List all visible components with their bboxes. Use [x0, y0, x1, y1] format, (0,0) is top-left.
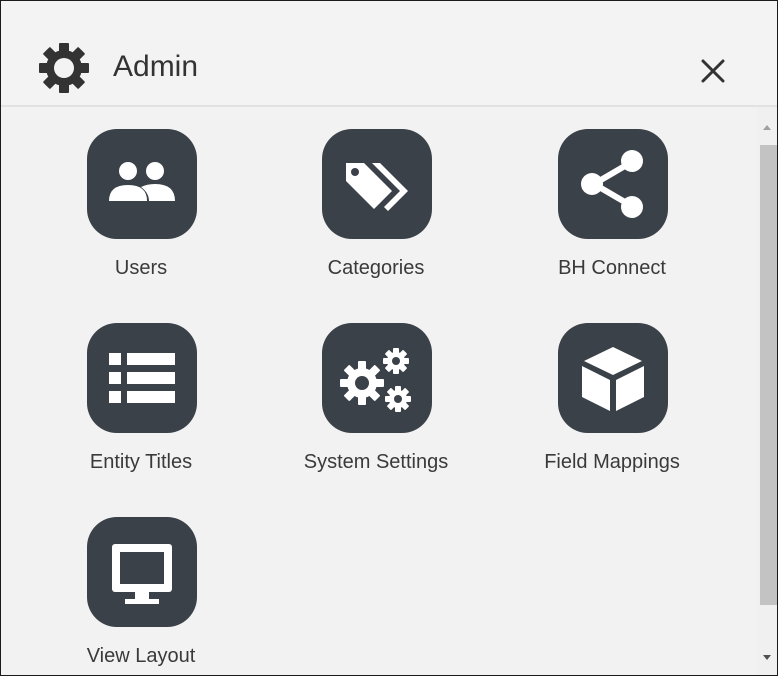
tile-view-layout-icon-box — [87, 517, 197, 627]
gear-icon — [39, 43, 89, 93]
close-icon[interactable] — [693, 51, 733, 91]
tile-field-mappings-icon-box — [558, 323, 668, 433]
panel-header: Admin — [1, 1, 777, 107]
tile-entity-titles-icon-box — [87, 323, 197, 433]
tile-categories[interactable]: Categories — [266, 129, 486, 309]
tile-bh-connect-label: BH Connect — [558, 257, 666, 279]
tile-categories-icon-box — [322, 129, 432, 239]
tile-system-settings[interactable]: System Settings — [266, 323, 486, 503]
tile-field-mappings[interactable]: Field Mappings — [502, 323, 722, 503]
tile-view-layout-label: View Layout — [86, 645, 196, 667]
share-icon — [581, 150, 643, 218]
list-icon — [109, 353, 175, 403]
panel-title: Admin — [113, 50, 199, 83]
tile-users-icon-box — [87, 129, 197, 239]
scrollbar-thumb[interactable] — [760, 145, 777, 605]
users-icon — [109, 162, 175, 201]
admin-tiles-grid: Users Categories BH Connect Entity Title… — [1, 107, 753, 675]
monitor-icon — [112, 544, 172, 604]
tile-view-layout[interactable]: View Layout — [31, 517, 251, 675]
scroll-down-arrow-icon[interactable] — [757, 647, 777, 667]
tile-field-mappings-label: Field Mappings — [544, 451, 680, 473]
vertical-scrollbar[interactable] — [757, 107, 777, 675]
tile-users-label: Users — [114, 257, 168, 279]
tile-entity-titles-label: Entity Titles — [89, 451, 193, 473]
tags-icon — [346, 163, 408, 211]
admin-panel: Admin Users Categories BH Connect Entity… — [0, 0, 778, 676]
tile-bh-connect-icon-box — [558, 129, 668, 239]
gears-icon — [340, 348, 411, 412]
cube-icon — [582, 347, 644, 411]
tile-entity-titles[interactable]: Entity Titles — [31, 323, 251, 503]
tile-system-settings-icon-box — [322, 323, 432, 433]
tile-bh-connect[interactable]: BH Connect — [502, 129, 722, 309]
tile-categories-label: Categories — [327, 257, 425, 279]
tile-users[interactable]: Users — [31, 129, 251, 309]
scroll-up-arrow-icon[interactable] — [757, 117, 777, 137]
tile-system-settings-label: System Settings — [303, 451, 449, 473]
